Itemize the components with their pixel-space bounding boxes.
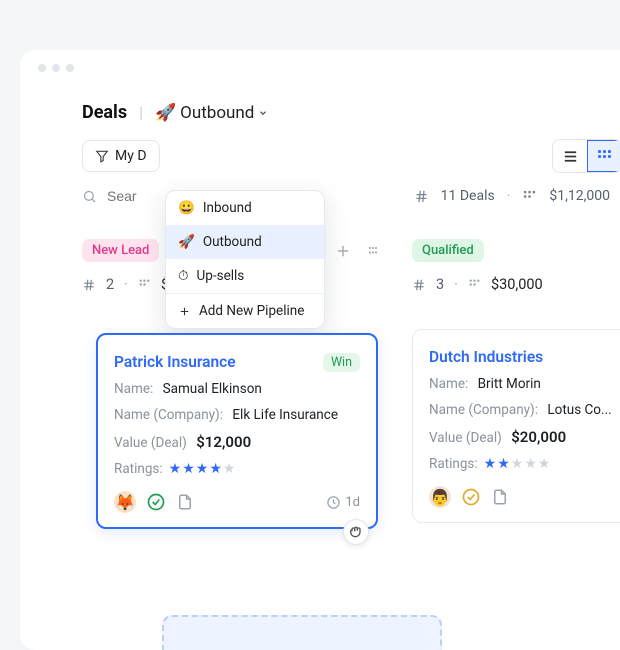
contact-name: Samual Elkinson: [163, 381, 262, 397]
rocket-icon: 🚀: [155, 103, 176, 123]
app-window: Deals | 🚀 Outbound My D: [20, 50, 620, 650]
field-label: Name (Company):: [429, 402, 538, 418]
pipeline-option-label: Inbound: [203, 200, 252, 216]
total-value: $1,12,000: [549, 188, 610, 204]
company-name: Lotus Co...: [547, 402, 611, 418]
chevron-down-icon: [258, 108, 268, 118]
rocket-icon: 🚀: [178, 234, 195, 250]
deal-card[interactable]: Dutch Industries Name: Britt Morin Name …: [412, 329, 620, 523]
card-age: 1d: [345, 495, 360, 510]
field-label: Value (Deal): [429, 430, 502, 446]
pipeline-option-label: Outbound: [203, 234, 262, 250]
field-label: Name:: [429, 376, 468, 392]
hash-icon: [82, 278, 96, 292]
column-count: 3: [436, 276, 444, 293]
deal-value: $20,000: [511, 428, 566, 446]
add-card-icon[interactable]: [334, 242, 352, 260]
grab-cursor-icon[interactable]: [343, 519, 369, 545]
smile-icon: 😀: [178, 200, 195, 216]
stage-badge: New Lead: [82, 239, 159, 262]
deal-count: 11 Deals: [441, 188, 495, 204]
deal-value: $12,000: [196, 433, 251, 451]
star-rating: ★★★★★: [169, 461, 236, 477]
avatar: 👨: [429, 486, 451, 508]
grid-dots-icon: [468, 278, 481, 291]
field-label: Value (Deal): [114, 435, 187, 451]
window-dot: [52, 64, 60, 72]
my-deals-label: My D: [115, 148, 147, 164]
search-icon: [82, 189, 97, 204]
my-deals-button[interactable]: My D: [82, 140, 160, 172]
clock-icon: [326, 495, 341, 510]
column-stats: 3 · $30,000: [412, 276, 620, 293]
stage-badge: Qualified: [412, 239, 484, 262]
pipeline-option-upsells[interactable]: ⏱ Up-sells: [166, 259, 324, 293]
list-view-button[interactable]: [553, 140, 587, 172]
pipeline-selector[interactable]: 🚀 Outbound: [155, 103, 268, 123]
field-label: Name:: [114, 381, 153, 397]
drag-handle-icon[interactable]: [364, 242, 382, 260]
currency-icon: [522, 189, 537, 204]
pipeline-option-inbound[interactable]: 😀 Inbound: [166, 191, 324, 225]
pipeline-option-outbound[interactable]: 🚀 Outbound: [166, 225, 324, 259]
window-dot: [66, 64, 74, 72]
check-circle-icon: [146, 492, 166, 512]
search-input[interactable]: [105, 187, 155, 205]
stage-column-qualified: Qualified 3 · $30,000 Dutch Industries N…: [412, 239, 620, 525]
contact-name: Britt Morin: [478, 376, 541, 392]
window-dot: [38, 64, 46, 72]
win-badge: Win: [323, 353, 360, 372]
plus-icon: [178, 305, 191, 318]
stopwatch-icon: ⏱: [178, 268, 189, 284]
card-drop-placeholder: [162, 615, 442, 650]
add-pipeline-label: Add New Pipeline: [199, 303, 304, 319]
column-count: 2: [106, 276, 114, 293]
hash-icon: [414, 189, 429, 204]
filter-icon: [95, 149, 109, 163]
titlebar: [20, 50, 620, 78]
add-pipeline-button[interactable]: Add New Pipeline: [166, 294, 324, 328]
field-label: Name (Company):: [114, 407, 223, 423]
grid-dots-icon: [138, 278, 151, 291]
view-toggle: [552, 139, 620, 173]
star-rating: ★★★★★: [484, 456, 551, 472]
avatar: 🦊: [114, 491, 136, 513]
column-amount: $30,000: [491, 276, 543, 293]
hash-icon: [412, 278, 426, 292]
file-icon: [491, 488, 509, 506]
pipeline-option-label: Up-sells: [197, 268, 245, 284]
card-title: Dutch Industries: [429, 348, 620, 366]
check-circle-icon: [461, 487, 481, 507]
pipeline-name: Outbound: [180, 103, 254, 123]
field-label: Ratings:: [429, 456, 478, 472]
page-title: Deals: [82, 102, 127, 123]
pipeline-dropdown: 😀 Inbound 🚀 Outbound ⏱ Up-sells Add New …: [165, 190, 325, 329]
file-icon: [176, 493, 194, 511]
company-name: Elk Life Insurance: [232, 407, 338, 423]
field-label: Ratings:: [114, 461, 163, 477]
board-view-button[interactable]: [587, 140, 620, 172]
deal-card[interactable]: Win Patrick Insurance Name: Samual Elkin…: [96, 333, 378, 529]
